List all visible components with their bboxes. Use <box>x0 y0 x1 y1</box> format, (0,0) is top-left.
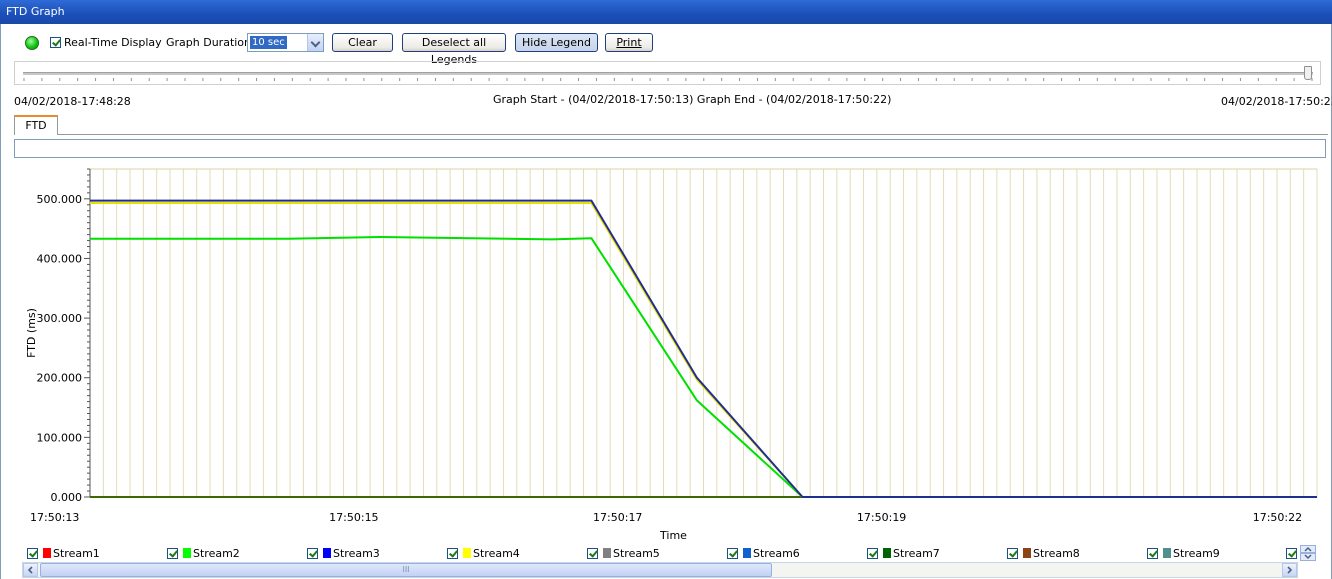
legend-swatch <box>883 548 891 558</box>
tab-ftd[interactable]: FTD <box>14 115 58 135</box>
x-axis-label: Time <box>659 529 687 542</box>
y-tick-label: 200.000 <box>37 372 83 385</box>
x-tick-label: 17:50:22 <box>1253 511 1302 524</box>
legend-checkbox[interactable] <box>587 548 598 559</box>
slider-thumb[interactable] <box>1304 66 1312 80</box>
chevron-left-icon <box>27 566 33 574</box>
range-end-time: 04/02/2018-17:50:23 <box>1221 95 1332 108</box>
range-start-time: 04/02/2018-17:48:28 <box>14 95 131 108</box>
legend-label: Stream6 <box>753 547 800 560</box>
graph-duration-value: 10 sec <box>250 36 287 49</box>
deselect-legends-button[interactable]: Deselect all Legends <box>402 33 506 66</box>
realtime-checkbox[interactable] <box>50 37 61 48</box>
legend-checkbox[interactable] <box>727 548 738 559</box>
legend-overflow-checkbox[interactable] <box>1286 548 1297 559</box>
legend-checkbox[interactable] <box>27 548 38 559</box>
hide-legend-button[interactable]: Hide Legend <box>515 33 598 52</box>
y-tick-label: 100.000 <box>37 431 83 444</box>
legend-checkbox[interactable] <box>307 548 318 559</box>
x-tick-label: 17:50:13 <box>30 511 79 524</box>
status-led-icon <box>25 36 39 50</box>
chevron-right-icon <box>1287 566 1293 574</box>
ftd-chart-svg: 0.000 100.000 200.000 300.000 400.000 500.000… <box>25 168 1318 542</box>
legend-swatch <box>463 548 471 558</box>
legend-label: Stream4 <box>473 547 520 560</box>
legend-label: Stream5 <box>613 547 660 560</box>
horizontal-scrollbar[interactable]: III <box>22 562 1298 578</box>
legend-label: Stream3 <box>333 547 380 560</box>
print-button[interactable]: Print <box>605 33 653 52</box>
clear-button[interactable]: Clear <box>332 33 393 52</box>
legend-checkbox[interactable] <box>867 548 878 559</box>
y-tick-label: 300.000 <box>37 312 83 325</box>
legend-checkbox[interactable] <box>1147 548 1158 559</box>
y-tick-label: 0.000 <box>51 491 83 504</box>
graph-duration-label: Graph Duration <box>166 36 252 49</box>
y-tick-label: 400.000 <box>37 252 83 265</box>
realtime-label: Real-Time Display <box>64 36 162 49</box>
graph-info-box <box>14 139 1326 158</box>
legend-swatch <box>1023 548 1031 558</box>
y-axis-label: FTD (ms) <box>25 308 38 358</box>
legend-label: Stream8 <box>1033 547 1080 560</box>
scroll-right-button[interactable] <box>1282 563 1297 577</box>
legend-label: Stream7 <box>893 547 940 560</box>
tab-divider <box>58 134 1328 135</box>
legend-swatch <box>603 548 611 558</box>
chevron-down-icon[interactable] <box>307 34 323 51</box>
x-tick-label: 17:50:19 <box>857 511 906 524</box>
legend-label: Stream2 <box>193 547 240 560</box>
x-tick-label: 17:50:15 <box>329 511 378 524</box>
slider-ticks <box>23 78 1313 81</box>
legend-label: Stream1 <box>53 547 100 560</box>
graph-duration-select[interactable]: 10 sec <box>247 33 324 52</box>
legend-spin[interactable] <box>1300 545 1316 561</box>
legend-swatch <box>43 548 51 558</box>
legend-swatch <box>743 548 751 558</box>
scroll-thumb[interactable]: III <box>40 563 772 577</box>
graph-range-text: Graph Start - (04/02/2018-17:50:13) Grap… <box>493 93 892 106</box>
legend-swatch <box>183 548 191 558</box>
legend-swatch <box>1163 548 1171 558</box>
scroll-left-button[interactable] <box>23 563 38 577</box>
y-tick-label: 500.000 <box>37 193 83 206</box>
legend-checkbox[interactable] <box>447 548 458 559</box>
legend-checkbox[interactable] <box>1007 548 1018 559</box>
window-title: FTD Graph <box>0 0 1332 24</box>
x-tick-label: 17:50:17 <box>593 511 642 524</box>
ftd-chart: 0.000 100.000 200.000 300.000 400.000 500.000… <box>14 160 1326 544</box>
legend-swatch <box>323 548 331 558</box>
legend-checkbox[interactable] <box>167 548 178 559</box>
time-slider[interactable] <box>14 61 1321 85</box>
legend-label: Stream9 <box>1173 547 1220 560</box>
